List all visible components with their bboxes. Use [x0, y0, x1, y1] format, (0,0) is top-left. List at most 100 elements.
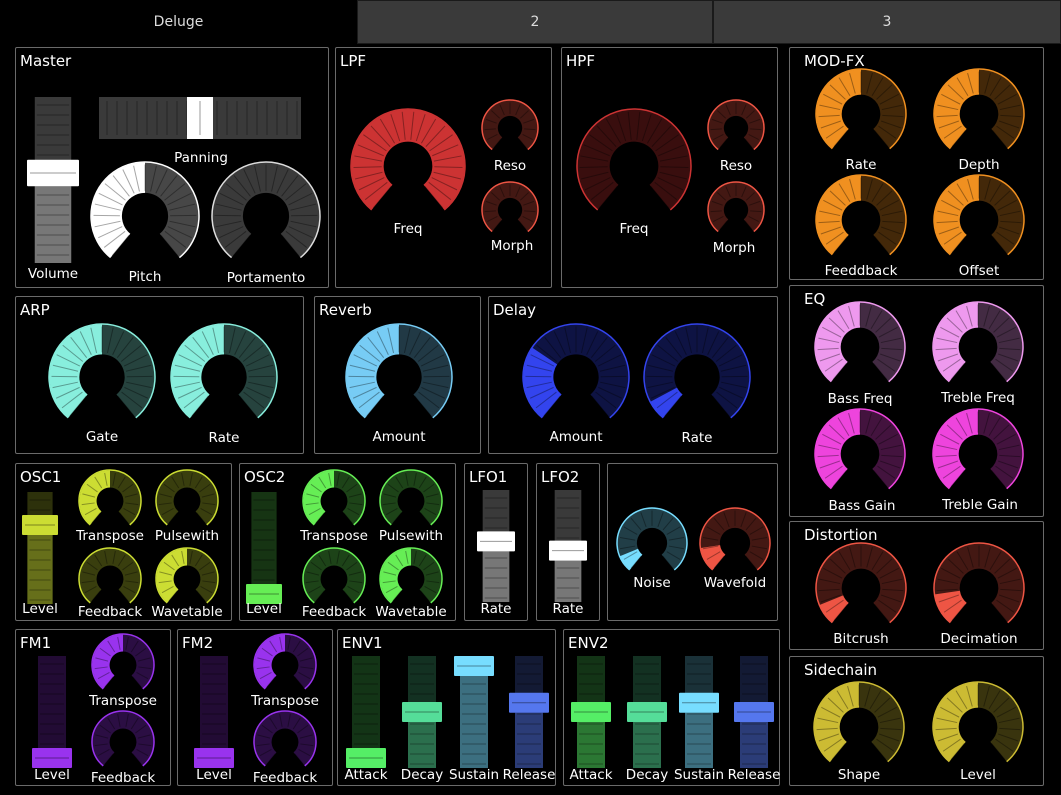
sidechain-panel: Sidechain Shape Level — [789, 656, 1044, 786]
env1-decay-fader[interactable] — [402, 656, 442, 768]
env2-attack-label: Attack — [569, 767, 613, 783]
arp-panel: ARP Gate Rate — [15, 296, 304, 454]
env2-sustain-fader[interactable] — [679, 656, 719, 768]
lpf-reso-knob[interactable] — [481, 99, 539, 157]
osc1-pulsewidth-knob[interactable] — [155, 469, 219, 533]
hpf-reso-label: Reso — [719, 158, 753, 174]
sidechain-shape-knob[interactable] — [813, 681, 905, 773]
fm2-feedback-knob[interactable] — [253, 710, 317, 774]
panel-title: ENV1 — [342, 634, 383, 652]
lpf-morph-knob[interactable] — [481, 181, 539, 239]
panel-title: LFO2 — [541, 468, 580, 486]
modfx-depth-knob[interactable] — [933, 68, 1025, 160]
env2-attack-fader[interactable] — [571, 656, 611, 768]
hpf-freq-label: Freq — [619, 221, 649, 237]
hpf-morph-knob[interactable] — [707, 181, 765, 239]
osc1-feedback-knob[interactable] — [78, 547, 142, 611]
osc2-transpose-knob[interactable] — [302, 469, 366, 533]
osc1-feedback-label: Feedback — [77, 604, 143, 620]
osc2-pulsewidth-knob[interactable] — [379, 469, 443, 533]
fm1-level-label: Level — [34, 767, 70, 783]
reverb-amount-knob[interactable] — [345, 323, 453, 431]
volume-fader[interactable] — [27, 97, 79, 263]
env1-sustain-fader[interactable] — [454, 656, 494, 768]
wavefold-knob[interactable] — [699, 507, 771, 579]
arp-gate-label: Gate — [85, 429, 119, 445]
hpf-freq-knob[interactable] — [576, 108, 692, 224]
pitch-label: Pitch — [128, 269, 162, 285]
osc2-wavetable-knob[interactable] — [379, 547, 443, 611]
osc1-transpose-label: Transpose — [76, 528, 144, 544]
bitcrush-knob[interactable] — [815, 542, 907, 634]
sidechain-shape-label: Shape — [837, 767, 881, 783]
fm1-level-fader[interactable] — [32, 656, 72, 768]
panning-slider[interactable] — [99, 97, 301, 139]
modfx-offset-knob[interactable] — [933, 174, 1025, 266]
lfo1-rate-label: Rate — [480, 601, 512, 617]
delay-amount-label: Amount — [549, 429, 603, 445]
eq-panel: EQ Bass Freq Treble Freq Bass Gain Trebl… — [789, 285, 1044, 517]
decimation-label: Decimation — [940, 631, 1018, 647]
sidechain-level-knob[interactable] — [932, 681, 1024, 773]
panel-title: LFO1 — [469, 468, 508, 486]
osc1-level-fader[interactable] — [22, 492, 58, 604]
panel-title: HPF — [566, 52, 595, 70]
volume-label: Volume — [27, 266, 79, 282]
modfx-rate-knob[interactable] — [815, 68, 907, 160]
osc1-pulsewidth-label: Pulsewith — [154, 528, 220, 544]
panel-title: ARP — [20, 301, 50, 319]
arp-gate-knob[interactable] — [48, 323, 156, 431]
delay-rate-knob[interactable] — [643, 323, 751, 431]
eq-bass-freq-knob[interactable] — [814, 301, 906, 393]
lfo1-rate-fader[interactable] — [477, 490, 515, 602]
tab-deluge[interactable]: Deluge — [0, 0, 357, 44]
env2-decay-label: Decay — [625, 767, 669, 783]
eq-treble-freq-knob[interactable] — [932, 301, 1024, 393]
osc1-wavetable-label: Wavetable — [151, 604, 223, 620]
osc2-transpose-label: Transpose — [300, 528, 368, 544]
env1-attack-fader[interactable] — [346, 656, 386, 768]
arp-rate-knob[interactable] — [170, 323, 278, 431]
fm2-transpose-label: Transpose — [251, 693, 319, 709]
osc2-wavetable-label: Wavetable — [375, 604, 447, 620]
osc1-panel: OSC1 Level Transpose Pulsewith Feedback … — [15, 463, 232, 621]
osc2-feedback-knob[interactable] — [302, 547, 366, 611]
env1-decay-label: Decay — [400, 767, 444, 783]
modfx-feedback-knob[interactable] — [815, 174, 907, 266]
tab-3[interactable]: 3 — [713, 0, 1061, 44]
decimation-knob[interactable] — [933, 542, 1025, 634]
env2-decay-fader[interactable] — [627, 656, 667, 768]
eq-bass-gain-knob[interactable] — [814, 408, 906, 500]
pitch-knob[interactable] — [90, 161, 200, 271]
eq-treble-gain-knob[interactable] — [932, 408, 1024, 500]
panel-title: FM1 — [20, 634, 52, 652]
env1-sustain-label: Sustain — [448, 767, 500, 783]
lfo2-rate-label: Rate — [552, 601, 584, 617]
arp-rate-label: Rate — [208, 430, 240, 446]
panel-title: OSC1 — [20, 468, 62, 486]
portamento-knob[interactable] — [211, 161, 321, 271]
env2-release-fader[interactable] — [734, 656, 774, 768]
hpf-panel: HPF Freq Reso Morph — [561, 47, 778, 288]
lpf-freq-knob[interactable] — [350, 108, 466, 224]
tab-2[interactable]: 2 — [357, 0, 713, 44]
hpf-reso-knob[interactable] — [707, 99, 765, 157]
portamento-label: Portamento — [226, 270, 306, 286]
fm2-level-fader[interactable] — [194, 656, 234, 768]
bitcrush-label: Bitcrush — [833, 631, 889, 647]
osc1-wavetable-knob[interactable] — [155, 547, 219, 611]
lfo2-panel: LFO2 Rate — [536, 463, 600, 621]
fm1-transpose-knob[interactable] — [91, 633, 155, 697]
eq-bass-freq-label: Bass Freq — [827, 391, 893, 407]
reverb-panel: Reverb Amount — [314, 296, 481, 454]
fm1-feedback-knob[interactable] — [91, 710, 155, 774]
osc2-level-fader[interactable] — [246, 492, 282, 604]
env1-release-fader[interactable] — [509, 656, 549, 768]
fm2-transpose-knob[interactable] — [253, 633, 317, 697]
env2-panel: ENV2 Attack Decay Sustain Release — [563, 629, 780, 786]
delay-amount-knob[interactable] — [522, 323, 630, 431]
noise-knob[interactable] — [616, 507, 688, 579]
lfo2-rate-fader[interactable] — [549, 490, 587, 602]
osc1-transpose-knob[interactable] — [78, 469, 142, 533]
sidechain-level-label: Level — [960, 767, 996, 783]
